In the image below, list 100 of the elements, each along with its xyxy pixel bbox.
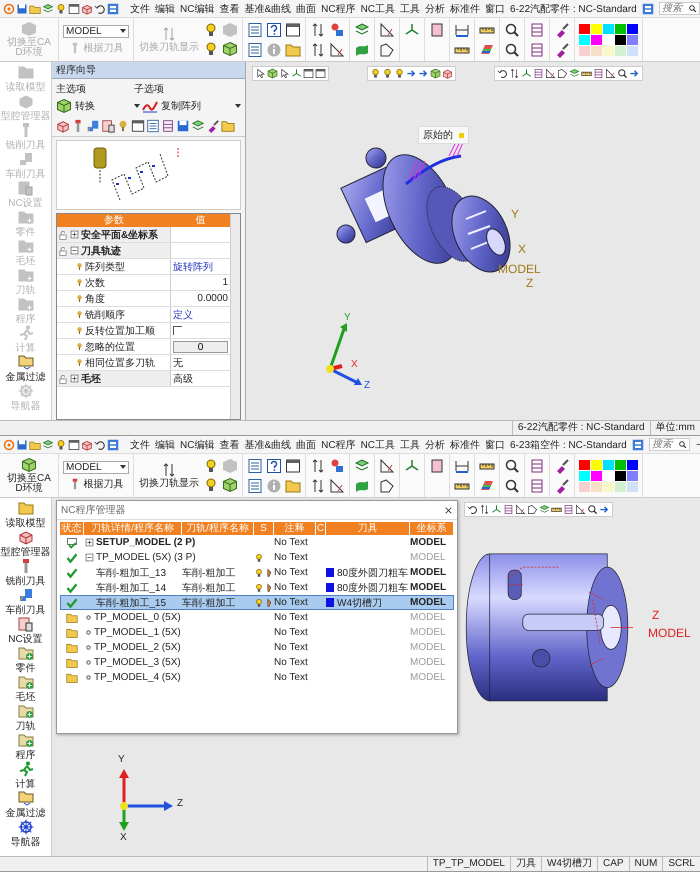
layers-icon[interactable]: [569, 68, 580, 79]
menu-item[interactable]: 曲面: [296, 2, 316, 16]
nav-item[interactable]: 计算: [16, 761, 36, 790]
folder-icon[interactable]: [29, 2, 41, 14]
magnifier-icon[interactable]: [617, 68, 628, 79]
vertical-arrows-icon[interactable]: [310, 458, 326, 474]
axes-icon[interactable]: [521, 68, 532, 79]
stack-icon[interactable]: [161, 119, 175, 133]
axes-icon[interactable]: [404, 22, 420, 38]
folder-icon[interactable]: [221, 119, 235, 133]
save-icon[interactable]: [16, 438, 28, 450]
shapes-icon[interactable]: [329, 458, 345, 474]
app-logo-icon[interactable]: [3, 438, 15, 450]
stack-icon[interactable]: [529, 22, 545, 38]
list-icon[interactable]: [247, 458, 263, 474]
program-row[interactable]: TP_MODEL_1 (5X) No Text MODEL: [60, 625, 454, 640]
model-select[interactable]: MODEL: [63, 460, 129, 474]
color-palette-drawing[interactable]: [579, 24, 638, 56]
menu-item[interactable]: 分析: [425, 438, 446, 452]
menu-item[interactable]: 基准&曲线: [244, 2, 292, 16]
panel-icon[interactable]: [107, 2, 119, 14]
panel-icon[interactable]: [107, 438, 119, 450]
nav-item[interactable]: 车削刀具: [6, 587, 46, 616]
list-icon[interactable]: [247, 42, 263, 58]
axes-icon[interactable]: [404, 458, 420, 474]
program-row[interactable]: TP_MODEL_2 (5X) No Text MODEL: [60, 640, 454, 655]
bulb-icon[interactable]: [382, 68, 393, 79]
undo-icon[interactable]: [94, 438, 106, 450]
app-logo-icon[interactable]: [3, 2, 15, 14]
stack-icon[interactable]: [533, 68, 544, 79]
menu-item[interactable]: 工具: [400, 438, 420, 452]
stack-icon[interactable]: [529, 478, 545, 494]
arrow-icon[interactable]: [599, 504, 610, 515]
save-icon[interactable]: [16, 2, 28, 14]
param-value[interactable]: 1: [171, 275, 230, 290]
program-row[interactable]: 车削-粗加工_13 车削-粗加工 No Text 80度外圆刀粗车 MODEL: [60, 565, 454, 580]
window-icon[interactable]: [315, 68, 326, 79]
nav-item[interactable]: 毛坯: [16, 674, 36, 703]
layers-icon[interactable]: [539, 504, 550, 515]
folder-icon[interactable]: [29, 438, 41, 450]
menu-item[interactable]: 曲面: [296, 438, 316, 452]
vertical-arrows-icon[interactable]: [310, 42, 326, 58]
checkbox[interactable]: [173, 326, 182, 335]
menu-item[interactable]: 文件: [130, 438, 150, 452]
cube-icon[interactable]: [222, 477, 238, 493]
color-palette-drawing[interactable]: [579, 460, 638, 492]
polygon-icon[interactable]: [527, 504, 538, 515]
bulb-icon[interactable]: [370, 68, 381, 79]
nav-item[interactable]: 型腔管理器: [0, 529, 50, 558]
bulb-icon[interactable]: [55, 438, 67, 450]
param-value[interactable]: 高级: [171, 371, 230, 386]
arrow-icon[interactable]: [629, 68, 640, 79]
expand-icon[interactable]: [84, 537, 95, 548]
program-row[interactable]: TP_MODEL (5X) (3 P) No Text MODEL: [60, 550, 454, 565]
window-icon[interactable]: [303, 68, 314, 79]
collapse-icon[interactable]: [69, 245, 80, 256]
panel-icon[interactable]: [642, 2, 654, 14]
bulb-icon[interactable]: [394, 68, 405, 79]
polygon-icon[interactable]: [379, 42, 395, 58]
stack-icon[interactable]: [503, 504, 514, 515]
vertical-arrows-icon[interactable]: [310, 478, 326, 494]
undo-icon[interactable]: [94, 2, 106, 14]
menu-item[interactable]: 工具: [400, 2, 420, 16]
folder-icon[interactable]: [285, 42, 301, 58]
param-value[interactable]: 无: [171, 355, 230, 370]
box-icon[interactable]: [81, 2, 93, 14]
pointer-icon[interactable]: [255, 68, 266, 79]
collapse-icon[interactable]: [84, 552, 95, 563]
stack-icon[interactable]: [563, 504, 574, 515]
nav-item[interactable]: 程序: [16, 732, 36, 761]
search-icon[interactable]: [678, 440, 687, 449]
nav-item[interactable]: 零件: [16, 645, 36, 674]
menu-item[interactable]: 窗口: [485, 438, 506, 452]
nav-item[interactable]: 金属过滤: [6, 354, 46, 383]
stack-icon[interactable]: [529, 42, 545, 58]
nav-item[interactable]: 铣削刀具: [6, 558, 46, 587]
list-icon[interactable]: [247, 22, 263, 38]
nav-item[interactable]: 金属过滤: [6, 790, 46, 819]
by-tool-button[interactable]: 根据刀具: [68, 476, 124, 490]
nav-item[interactable]: 导航器: [10, 819, 40, 848]
window-icon[interactable]: [68, 2, 80, 14]
layers-icon[interactable]: [42, 2, 54, 14]
program-row[interactable]: 车削-粗加工_14 车削-粗加工 No Text 80度外圆刀粗车 MODEL: [60, 580, 454, 595]
box-icon[interactable]: [442, 68, 453, 79]
caret-icon[interactable]: [134, 104, 140, 108]
expand-icon[interactable]: [69, 229, 80, 240]
cube-icon[interactable]: [222, 41, 238, 57]
program-row[interactable]: TP_MODEL_3 (5X) No Text MODEL: [60, 655, 454, 670]
menu-item[interactable]: 查看: [219, 438, 240, 452]
menu-item[interactable]: 标准件: [450, 2, 480, 16]
toggle-toolpath-button[interactable]: 切换刀轨显示: [138, 462, 200, 490]
stack-icon[interactable]: [593, 68, 604, 79]
nav-item[interactable]: NC设置: [8, 616, 43, 645]
menu-item[interactable]: 标准件: [450, 438, 480, 452]
param-value[interactable]: 定义: [171, 307, 230, 322]
menu-item[interactable]: NC程序: [321, 2, 356, 16]
undo-icon[interactable]: [497, 68, 508, 79]
undo-icon[interactable]: [467, 504, 478, 515]
menu-item[interactable]: NC工具: [360, 438, 396, 452]
panel-icon[interactable]: [632, 438, 644, 450]
